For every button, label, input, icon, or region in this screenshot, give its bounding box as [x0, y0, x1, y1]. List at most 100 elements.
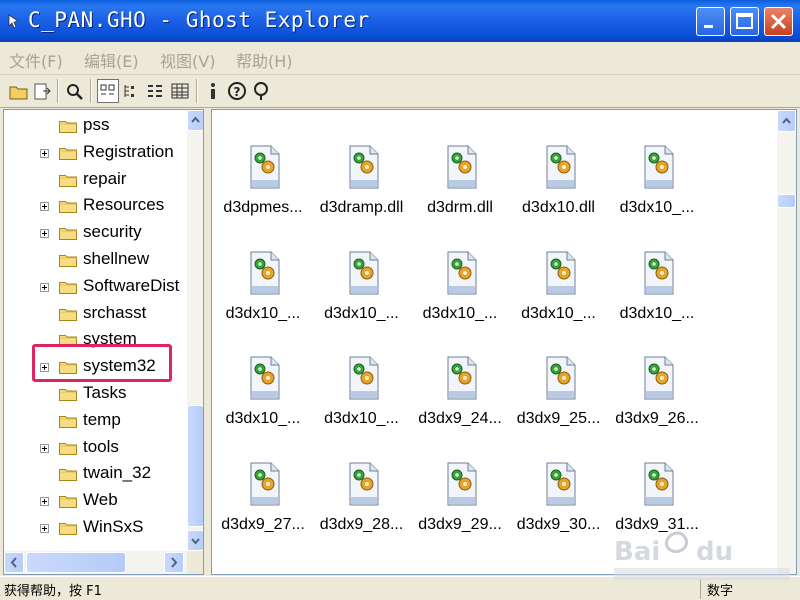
menu-edit[interactable]: 编辑(E): [84, 48, 139, 72]
file-name-label: d3dx9_26...: [615, 410, 699, 427]
file-item[interactable]: d3dx10_...: [510, 216, 608, 322]
files-scroll-up-button[interactable]: [777, 110, 796, 132]
view-file-icon: [67, 84, 83, 100]
open-folder-icon: [9, 86, 28, 100]
list-view-button[interactable]: [145, 79, 167, 103]
minimize-button[interactable]: [696, 7, 725, 36]
expand-plus-icon[interactable]: [40, 202, 49, 212]
tree-item[interactable]: shellnew: [4, 247, 194, 274]
file-name-label: d3dx10_...: [422, 304, 498, 322]
folder-icon: [59, 469, 77, 482]
close-button[interactable]: [764, 7, 793, 36]
view-button[interactable]: [64, 79, 86, 103]
expand-plus-icon[interactable]: [40, 443, 49, 453]
tree-item[interactable]: Tasks: [4, 381, 194, 408]
file-item[interactable]: d3dx10_...: [608, 110, 706, 216]
small-icons-button[interactable]: [121, 79, 143, 103]
extract-button[interactable]: [31, 79, 53, 103]
file-item[interactable]: d3dramp.dll: [313, 110, 411, 216]
file-item[interactable]: d3dpmes...: [214, 110, 312, 216]
window-title: C_PAN.GHO - Ghost Explorer: [28, 8, 370, 32]
folder-icon: [59, 442, 77, 455]
file-item[interactable]: d3drm.dll: [411, 110, 509, 216]
tree-item[interactable]: srchasst: [4, 301, 194, 328]
folder-icon: [59, 201, 77, 214]
file-item[interactable]: d3dx9_31...: [608, 427, 706, 533]
tree-scroll-down-button[interactable]: [187, 530, 203, 551]
help-button[interactable]: ?: [226, 79, 248, 103]
file-item[interactable]: d3dx9_25...: [510, 321, 608, 427]
file-item[interactable]: d3dx9_30...: [510, 427, 608, 533]
tree-item[interactable]: security: [4, 220, 194, 247]
file-item[interactable]: d3dx9_28...: [313, 427, 411, 533]
files-vertical-scrollbar[interactable]: [777, 110, 796, 574]
folder-icon: [59, 174, 77, 187]
maximize-button[interactable]: [730, 7, 759, 36]
file-item[interactable]: d3dx9_27...: [214, 427, 312, 533]
file-name-label: d3dx10_...: [225, 410, 301, 427]
file-item[interactable]: d3dx10.dll: [510, 110, 608, 216]
svg-text:du: du: [696, 537, 733, 567]
tree-scroll-thumb[interactable]: [187, 405, 203, 527]
tree-scroll-up-button[interactable]: [187, 110, 203, 131]
dll-file-icon: [349, 356, 378, 400]
file-item[interactable]: d3dx10_...: [313, 216, 411, 322]
tree-vertical-scrollbar[interactable]: [187, 110, 203, 551]
toolbar-separator: [196, 79, 197, 103]
tree-item-label: temp: [83, 409, 121, 429]
tree-item[interactable]: WinSxS: [4, 515, 194, 542]
files-scroll-thumb[interactable]: [777, 194, 796, 208]
file-item[interactable]: d3dx9_26...: [608, 321, 706, 427]
expand-plus-icon[interactable]: [40, 148, 49, 158]
menu-help[interactable]: 帮助(H): [236, 48, 293, 72]
context-help-button[interactable]: [250, 79, 272, 103]
tree-item[interactable]: SoftwareDist: [4, 274, 194, 301]
dll-file-icon: [447, 251, 477, 294]
file-list-pane[interactable]: d3dpmes... d3dramp.dll d3drm.dll d3dx10.dll…: [211, 109, 797, 575]
file-item[interactable]: d3dx9_29...: [411, 427, 509, 533]
file-item[interactable]: d3dx10_...: [608, 216, 706, 322]
dll-file-icon: [546, 251, 575, 294]
tree-item[interactable]: Registration: [4, 140, 194, 167]
tree-hscroll-thumb[interactable]: [26, 552, 126, 573]
folder-tree[interactable]: pss Registration repair Resources security sh…: [3, 109, 204, 575]
expand-plus-icon[interactable]: [40, 524, 49, 533]
menu-view[interactable]: 视图(V): [160, 48, 215, 72]
menu-file[interactable]: 文件(F): [9, 48, 63, 72]
dll-file-icon: [349, 251, 378, 294]
large-icons-button[interactable]: [97, 79, 119, 103]
tree-item-label: SoftwareDist: [83, 275, 180, 295]
dll-file-icon: [250, 356, 280, 400]
dll-file-icon: [644, 462, 674, 505]
tree-item[interactable]: Resources: [4, 193, 194, 220]
expand-plus-icon[interactable]: [40, 282, 49, 292]
folder-icon: [59, 281, 77, 294]
file-item[interactable]: d3dx9_24...: [411, 321, 509, 427]
tree-item[interactable]: repair: [4, 167, 194, 194]
tree-item[interactable]: twain_32: [4, 461, 194, 488]
file-item[interactable]: d3dx10_...: [214, 216, 312, 322]
status-text: 获得帮助，按 F1: [4, 584, 102, 599]
expand-plus-icon[interactable]: [40, 497, 49, 507]
tree-item[interactable]: temp: [4, 408, 194, 435]
tree-item-label: shellnew: [83, 249, 150, 268]
details-view-button[interactable]: [169, 79, 191, 103]
watermark-logo: Bai du: [614, 531, 790, 580]
title-bar[interactable]: C_PAN.GHO - Ghost Explorer: [0, 0, 800, 42]
file-item[interactable]: d3dx10_...: [214, 321, 312, 427]
tree-item[interactable]: pss: [4, 113, 194, 140]
properties-button[interactable]: [202, 79, 224, 103]
open-button[interactable]: [8, 79, 30, 103]
folder-icon: [59, 228, 77, 241]
tree-scroll-left-button[interactable]: [4, 552, 24, 573]
file-name-label: d3dx9_30...: [516, 515, 601, 533]
expand-plus-icon[interactable]: [40, 229, 49, 239]
file-name-label: d3dx9_29...: [418, 515, 502, 533]
file-item[interactable]: d3dx10_...: [411, 216, 509, 322]
tree-scroll-right-button[interactable]: [164, 552, 184, 573]
file-name-label: d3dramp.dll: [319, 199, 404, 216]
tree-item[interactable]: Web: [4, 488, 194, 515]
tree-item[interactable]: tools: [4, 435, 194, 462]
file-item[interactable]: d3dx10_...: [313, 321, 411, 427]
tree-horizontal-scrollbar[interactable]: [4, 551, 187, 574]
